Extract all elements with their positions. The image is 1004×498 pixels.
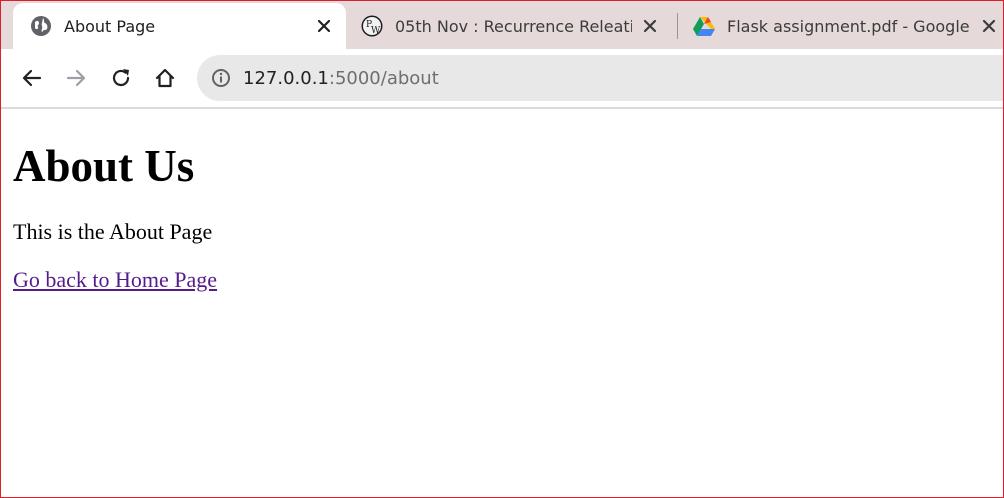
url-host: 127.0.0.1 — [243, 67, 329, 89]
page-content: About Us This is the About Page Go back … — [13, 109, 991, 293]
url-path: :5000/about — [328, 67, 439, 89]
google-drive-icon — [693, 15, 715, 37]
address-bar[interactable]: 127.0.0.1:5000/about — [197, 55, 1003, 101]
home-button[interactable] — [148, 61, 182, 95]
forward-button[interactable] — [59, 61, 93, 95]
home-page-link[interactable]: Go back to Home Page — [13, 267, 217, 293]
tab-separator — [677, 13, 678, 39]
close-icon[interactable] — [314, 16, 334, 36]
tab-flask-assignment[interactable]: Flask assignment.pdf - Google Drive — [682, 3, 1003, 49]
browser-toolbar: 127.0.0.1:5000/about — [1, 49, 1003, 107]
page-paragraph: This is the About Page — [13, 219, 213, 244]
tab-title: Flask assignment.pdf - Google Drive — [727, 16, 971, 36]
tab-recurrence-relation[interactable]: P W 05th Nov : Recurrence Releation — [350, 3, 672, 49]
globe-icon — [30, 15, 52, 37]
info-icon[interactable] — [209, 66, 233, 90]
home-icon — [155, 68, 175, 88]
tab-title: 05th Nov : Recurrence Releation — [395, 16, 632, 36]
svg-text:W: W — [371, 26, 381, 36]
back-button[interactable] — [15, 61, 49, 95]
reload-icon — [112, 69, 130, 87]
tab-about-page[interactable]: About Page — [13, 3, 346, 49]
pw-logo-icon: P W — [361, 15, 383, 37]
arrow-left-icon — [22, 69, 42, 87]
arrow-right-icon — [66, 69, 86, 87]
reload-button[interactable] — [104, 61, 138, 95]
tab-title: About Page — [64, 16, 156, 36]
close-icon[interactable] — [979, 16, 999, 36]
page-heading: About Us — [13, 141, 195, 191]
close-icon[interactable] — [640, 16, 660, 36]
tab-strip: About Page P W 05th Nov : Recurrence Rel… — [1, 1, 1003, 49]
url-text[interactable]: 127.0.0.1:5000/about — [243, 68, 439, 89]
browser-window: About Page P W 05th Nov : Recurrence Rel… — [0, 0, 1004, 498]
